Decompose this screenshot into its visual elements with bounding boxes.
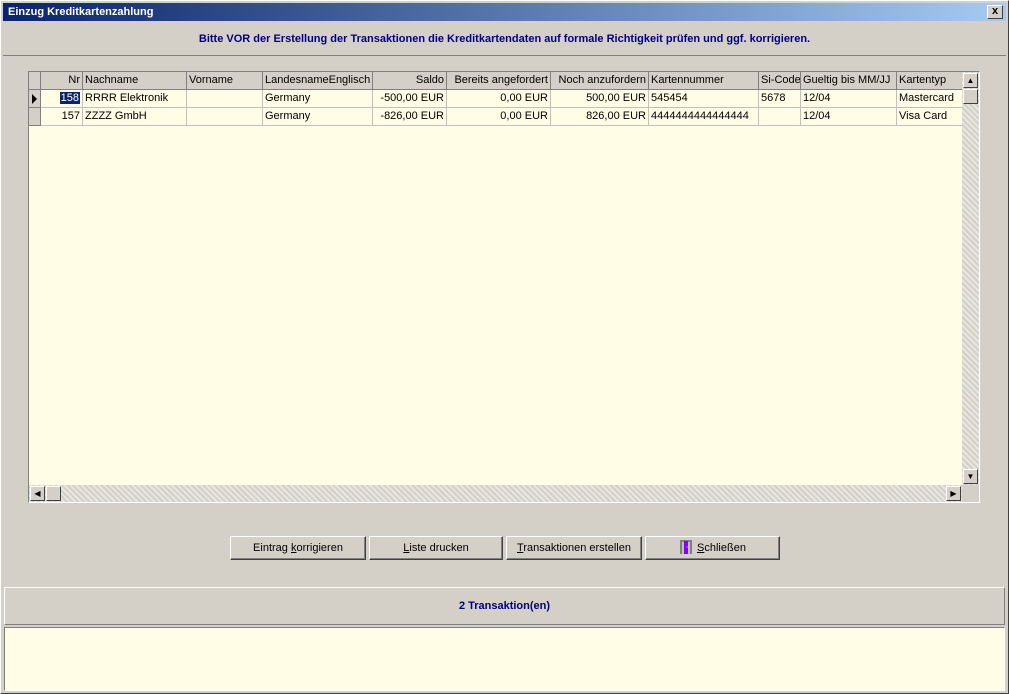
column-header-nachname[interactable]: Nachname (83, 72, 187, 90)
horizontal-scroll-thumb[interactable] (46, 486, 61, 501)
scrollbar-corner (962, 485, 979, 502)
current-row-arrow-icon (32, 94, 37, 104)
instruction-message: Bitte VOR der Erstellung der Transaktion… (198, 33, 811, 45)
schliessen-button[interactable]: Schließen (645, 536, 780, 560)
grid-corner (29, 72, 41, 90)
transactions-grid[interactable]: Nr Nachname Vorname LandesnameEnglisch S… (28, 71, 980, 503)
scroll-down-button[interactable]: ▼ (963, 469, 978, 484)
table-cell-nr[interactable]: 157 (41, 108, 83, 126)
column-header-bereits[interactable]: Bereits angefordert (447, 72, 551, 90)
exit-door-icon (680, 540, 693, 555)
table-cell-nachname[interactable]: ZZZZ GmbH (83, 108, 187, 126)
table-cell-nachname[interactable]: RRRR Elektronik (83, 90, 187, 108)
scroll-up-button[interactable]: ▲ (963, 73, 978, 88)
memo-area[interactable] (4, 627, 1005, 691)
table-cell-sicode[interactable] (759, 108, 801, 126)
column-header-gueltig[interactable]: Gueltig bis MM/JJ (801, 72, 897, 90)
status-panel: 2 Transaktion(en) (4, 587, 1005, 625)
dialog-window: Einzug Kreditkartenzahlung x Bitte VOR d… (0, 0, 1009, 694)
transaktionen-erstellen-button[interactable]: Transaktionen erstellen (506, 536, 642, 560)
table-cell-vorname[interactable] (187, 90, 263, 108)
button-label-part: iste drucken (409, 542, 469, 554)
table-cell-bereits[interactable]: 0,00 EUR (447, 108, 551, 126)
horizontal-scrollbar[interactable]: ◀ ▶ (29, 485, 962, 502)
table-cell-bereits[interactable]: 0,00 EUR (447, 90, 551, 108)
vertical-scrollbar[interactable]: ▲ ▼ (962, 72, 979, 485)
table-cell-land[interactable]: Germany (263, 108, 373, 126)
table-cell-gueltig[interactable]: 12/04 (801, 108, 897, 126)
table-cell-noch[interactable]: 500,00 EUR (551, 90, 649, 108)
header-panel: Bitte VOR der Erstellung der Transaktion… (3, 23, 1006, 56)
eintrag-korrigieren-button[interactable]: Eintrag korrigieren (230, 536, 366, 560)
close-button[interactable]: x (987, 5, 1003, 19)
column-header-sicode[interactable]: Si-Code (759, 72, 801, 90)
table-cell-noch[interactable]: 826,00 EUR (551, 108, 649, 126)
table-cell-kartennummer[interactable]: 545454 (649, 90, 759, 108)
column-header-kartennummer[interactable]: Kartennummer (649, 72, 759, 90)
transaction-count: 2 Transaktion(en) (458, 600, 551, 612)
table-cell-gueltig[interactable]: 12/04 (801, 90, 897, 108)
button-label-part: Eintrag (253, 542, 291, 554)
column-header-land[interactable]: LandesnameEnglisch (263, 72, 373, 90)
table-cell-saldo[interactable]: -500,00 EUR (373, 90, 447, 108)
column-header-vorname[interactable]: Vorname (187, 72, 263, 90)
title-bar[interactable]: Einzug Kreditkartenzahlung x (3, 3, 1006, 21)
scroll-left-button[interactable]: ◀ (30, 486, 45, 501)
table-cell-kartennummer[interactable]: 4444444444444444 (649, 108, 759, 126)
row-indicator[interactable] (29, 90, 41, 108)
table-cell-kartentyp[interactable]: Mastercard (897, 90, 963, 108)
vertical-scroll-thumb[interactable] (963, 89, 978, 104)
table-cell-nr[interactable]: 158 (41, 90, 83, 108)
column-header-saldo[interactable]: Saldo (373, 72, 447, 90)
window-title: Einzug Kreditkartenzahlung (8, 6, 154, 18)
button-label-part: orrigieren (296, 542, 343, 554)
selected-cell-value: 158 (59, 92, 80, 104)
table-cell-vorname[interactable] (187, 108, 263, 126)
button-label-part: ransaktionen erstellen (523, 542, 631, 554)
table-cell-kartentyp[interactable]: Visa Card (897, 108, 963, 126)
table-cell-land[interactable]: Germany (263, 90, 373, 108)
table-cell-sicode[interactable]: 5678 (759, 90, 801, 108)
liste-drucken-button[interactable]: Liste drucken (369, 536, 503, 560)
column-header-nr[interactable]: Nr (41, 72, 83, 90)
column-header-noch[interactable]: Noch anzufordern (551, 72, 649, 90)
row-indicator[interactable] (29, 108, 41, 126)
table-cell-saldo[interactable]: -826,00 EUR (373, 108, 447, 126)
column-header-kartentyp[interactable]: Kartentyp (897, 72, 963, 90)
scroll-right-button[interactable]: ▶ (946, 486, 961, 501)
button-label-part: chließen (704, 542, 746, 554)
